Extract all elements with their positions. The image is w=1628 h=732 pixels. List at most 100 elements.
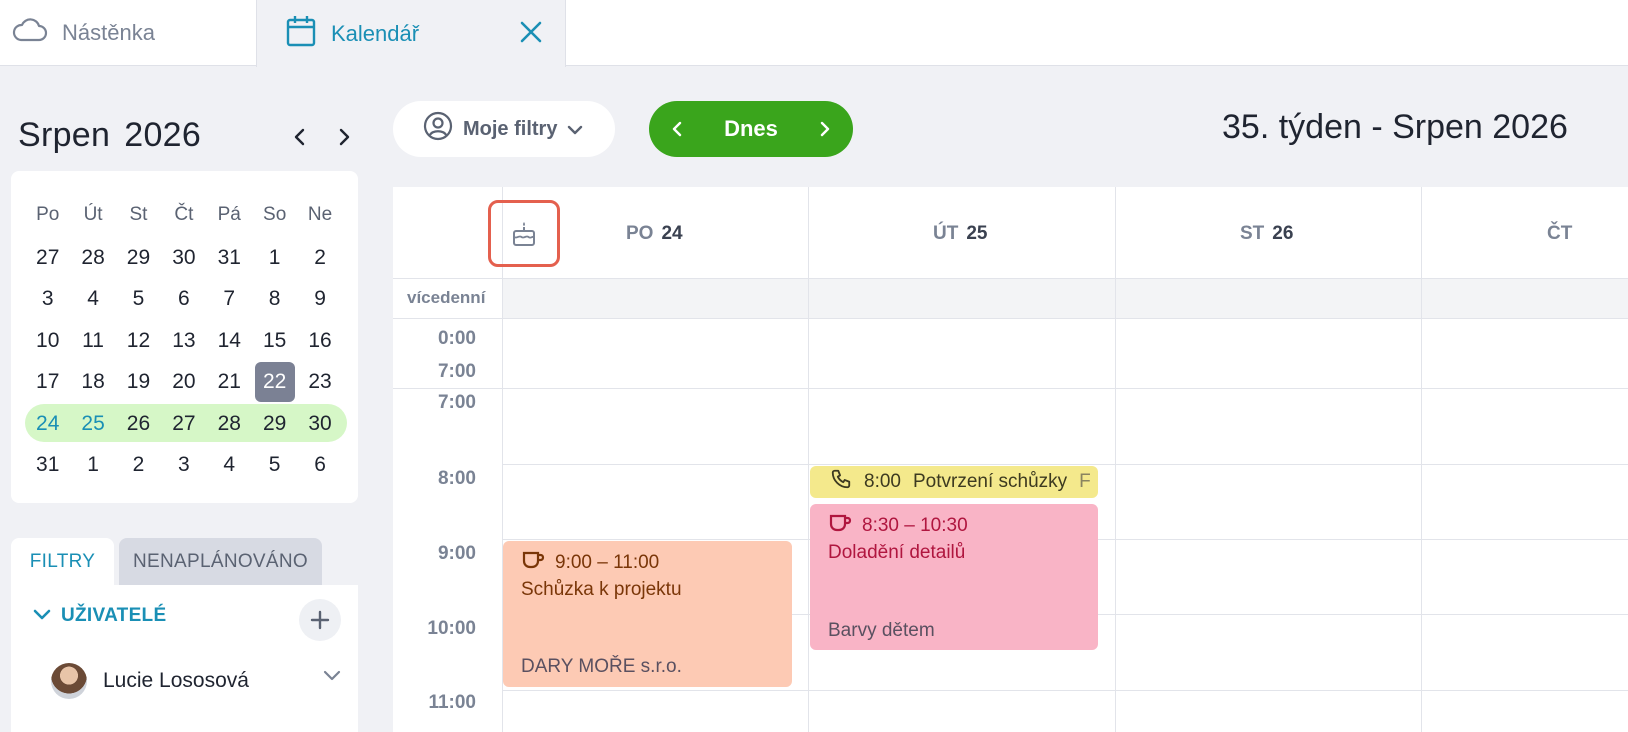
mini-calendar-day[interactable]: 30 <box>297 412 342 436</box>
mini-calendar-day[interactable]: 14 <box>207 329 252 353</box>
mini-calendar-day[interactable]: 26 <box>116 412 161 436</box>
mini-calendar-day-number: 15 <box>262 328 287 352</box>
mini-calendar-next-button[interactable] <box>329 122 359 152</box>
mini-calendar-day[interactable]: 25 <box>70 412 115 436</box>
mini-calendar-day[interactable]: 1 <box>252 246 297 270</box>
tab-filters[interactable]: FILTRY <box>11 538 114 585</box>
event-card[interactable]: 9:00 – 11:00 Schůzka k projektu DARY MOŘ… <box>503 541 792 687</box>
mini-calendar-day[interactable]: 1 <box>70 453 115 477</box>
mini-calendar-day[interactable]: 16 <box>297 329 342 353</box>
previous-week-button[interactable] <box>662 114 692 144</box>
day-header-wed[interactable]: ST 26 <box>1240 223 1293 245</box>
day-header-mon[interactable]: PO 24 <box>626 223 683 245</box>
tab-calendar[interactable]: Kalendář <box>256 0 566 67</box>
mini-calendar-day-number: 25 <box>81 411 105 435</box>
mini-calendar-day[interactable]: 27 <box>161 412 206 436</box>
user-name: Lucie Lososová <box>103 669 249 692</box>
birthdays-button[interactable] <box>488 200 560 267</box>
mini-calendar-day-number: 8 <box>268 287 281 311</box>
mini-calendar-day[interactable]: 24 <box>25 412 70 436</box>
day-header-thu[interactable]: ČT <box>1547 223 1580 245</box>
mini-calendar-day[interactable]: 29 <box>252 412 297 436</box>
mini-calendar-day[interactable]: 28 <box>207 412 252 436</box>
mini-calendar-day[interactable]: 21 <box>207 370 252 394</box>
mini-calendar-day-number: 7 <box>223 287 236 311</box>
mini-calendar-day[interactable]: 6 <box>297 453 342 477</box>
avatar <box>51 663 87 699</box>
event-card[interactable]: 8:30 – 10:30 Doladění detailů Barvy děte… <box>810 504 1098 650</box>
mini-calendar-day[interactable]: 18 <box>70 370 115 394</box>
birthday-cake-icon <box>513 221 535 246</box>
mini-calendar-week[interactable]: 24 25 26 27 28 29 30 <box>25 403 347 445</box>
my-filters-button[interactable]: Moje filtry <box>393 101 615 157</box>
mini-calendar-day[interactable]: 2 <box>297 246 342 270</box>
mini-calendar-day-number: 22 <box>254 362 295 403</box>
mini-calendar-day[interactable]: 6 <box>161 287 206 311</box>
day-header-tue[interactable]: ÚT 25 <box>933 223 987 245</box>
mini-calendar-day[interactable]: 10 <box>25 329 70 353</box>
mini-calendar-day[interactable]: 9 <box>297 287 342 311</box>
mini-calendar-title: Srpen 2026 <box>18 116 201 155</box>
mini-calendar-week[interactable]: 17 18 19 20 21 22 23 <box>25 362 347 404</box>
time-label: 0:00 <box>437 328 476 349</box>
mini-calendar-day[interactable]: 11 <box>70 329 115 353</box>
today-button[interactable]: Dnes <box>705 101 797 157</box>
day-header-number: 26 <box>1272 223 1294 244</box>
mini-calendar-day[interactable]: 27 <box>25 246 70 270</box>
mini-calendar-week[interactable]: 10 11 12 13 14 15 16 <box>25 320 347 362</box>
mini-calendar-day[interactable]: 3 <box>161 453 206 477</box>
mini-calendar-day[interactable]: 31 <box>25 453 70 477</box>
mini-calendar-day[interactable]: 19 <box>116 370 161 394</box>
mini-calendar-day[interactable]: 5 <box>252 453 297 477</box>
mini-calendar-day[interactable]: 29 <box>116 246 161 270</box>
mini-calendar-day[interactable]: 3 <box>25 287 70 311</box>
mini-calendar-week[interactable]: 31 1 2 3 4 5 6 <box>25 445 347 487</box>
mini-calendar-day[interactable]: 17 <box>25 370 70 394</box>
user-item[interactable]: Lucie Lososová <box>51 661 341 701</box>
mini-calendar-day-number: 29 <box>126 245 151 269</box>
close-icon[interactable] <box>515 16 547 48</box>
tab-dashboard-label: Nástěnka <box>62 20 155 45</box>
mini-calendar-day[interactable]: 31 <box>207 246 252 270</box>
grid-line <box>393 278 1628 279</box>
mini-calendar-day[interactable]: 28 <box>70 246 115 270</box>
mini-calendar-day[interactable]: 4 <box>70 287 115 311</box>
mini-calendar-day[interactable]: 5 <box>116 287 161 311</box>
mini-calendar-day-number: 3 <box>41 287 54 311</box>
weekday-label: St <box>129 204 148 225</box>
time-label: 9:00 <box>437 543 476 564</box>
mini-calendar-day[interactable]: 12 <box>116 329 161 353</box>
mini-calendar-week[interactable]: 3 4 5 6 7 8 9 <box>25 279 347 321</box>
mini-calendar-day-number: 18 <box>81 370 105 394</box>
time-label: 10:00 <box>427 618 476 639</box>
add-user-button[interactable] <box>299 599 341 641</box>
grid-line <box>393 388 1628 389</box>
chevron-down-icon[interactable] <box>323 669 341 687</box>
mini-calendar-day[interactable]: 13 <box>161 329 206 353</box>
event-call[interactable]: 8:00 Potvrzení schůzky F <box>810 466 1098 498</box>
mini-calendar-day-number: 24 <box>36 411 60 435</box>
mini-calendar-day-number: 11 <box>82 328 104 352</box>
mini-calendar-day[interactable]: 7 <box>207 287 252 311</box>
event-time-row: 9:00 – 11:00 <box>521 550 659 576</box>
mini-calendar-day[interactable]: 20 <box>161 370 206 394</box>
next-week-button[interactable] <box>810 114 840 144</box>
mini-calendar-day[interactable]: 30 <box>161 246 206 270</box>
mini-calendar-year: 2026 <box>124 116 202 154</box>
mini-calendar-day-number: 31 <box>36 453 60 477</box>
mini-calendar-day[interactable]: 2 <box>116 453 161 477</box>
tab-unplanned[interactable]: NENAPLÁNOVÁNO <box>119 538 322 585</box>
tab-dashboard[interactable]: Nástěnka <box>0 0 256 66</box>
mini-calendar-day[interactable]: 4 <box>207 453 252 477</box>
mini-calendar-day-number: 3 <box>178 453 190 477</box>
users-section-toggle[interactable]: UŽIVATELÉ <box>33 605 166 627</box>
mini-calendar-day[interactable]: 8 <box>252 287 297 311</box>
mini-calendar-day[interactable]: 23 <box>297 370 342 394</box>
mini-calendar-prev-button[interactable] <box>285 122 315 152</box>
coffee-cup-icon <box>521 550 545 576</box>
mini-calendar-week[interactable]: 27 28 29 30 31 1 2 <box>25 237 347 279</box>
allday-label: vícedenní <box>407 288 486 307</box>
allday-row[interactable] <box>502 278 1628 318</box>
mini-calendar-day[interactable]: 15 <box>252 329 297 353</box>
mini-calendar-day[interactable]: 22 <box>252 362 297 403</box>
